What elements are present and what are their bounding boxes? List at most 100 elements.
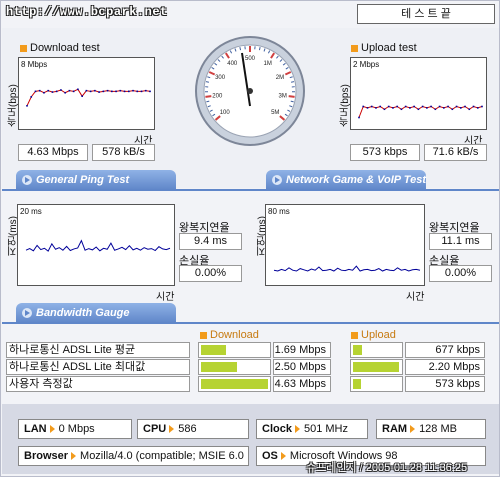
data-point <box>392 107 394 109</box>
data-point <box>464 105 466 108</box>
gauge-tick-label: 200 <box>212 93 223 99</box>
game-scale: 80 ms <box>268 207 290 216</box>
data-point <box>102 90 105 93</box>
gauge-tick <box>258 47 261 51</box>
data-point <box>47 89 50 92</box>
data-point <box>417 108 420 111</box>
game-graph: 80 ms <box>265 204 425 286</box>
gauge-tick-label: 2M <box>276 75 284 81</box>
game-xlabel: 시간 <box>406 292 425 303</box>
triangle-icon <box>71 452 77 461</box>
data-point <box>115 90 117 93</box>
data-point <box>34 90 37 93</box>
gauge-tick-label: 500 <box>245 56 256 62</box>
data-point <box>94 89 96 92</box>
test-end-button[interactable]: 테 스 트 끝 <box>357 4 495 24</box>
data-point <box>438 105 441 108</box>
data-point <box>413 105 415 108</box>
upload-bar <box>350 359 403 375</box>
data-point <box>426 107 428 109</box>
cpu-info: CPU 586 <box>137 419 249 439</box>
bullet-icon <box>20 44 27 52</box>
data-point <box>51 91 54 93</box>
download-graph: 8 Mbps <box>18 57 155 130</box>
data-point <box>132 89 134 92</box>
game-rtt: 11.1 ms <box>429 233 492 250</box>
series-line <box>358 105 483 118</box>
download-bar-fill <box>201 379 268 389</box>
clock-info: Clock 501 MHz <box>256 419 368 439</box>
data-point <box>481 105 483 108</box>
gauge-tick <box>290 100 294 103</box>
row-label: 하나로통신 ADSL Lite 최대값 <box>6 359 190 375</box>
upload-graph: 2 Mbps <box>350 57 487 130</box>
tab-bandwidth-gauge[interactable]: Bandwidth Gauge <box>16 303 176 323</box>
game-loss: 0.00% <box>429 265 492 282</box>
data-point <box>447 105 449 108</box>
bullet-icon <box>351 44 358 52</box>
data-point <box>55 90 58 93</box>
arrow-icon <box>272 175 282 185</box>
game-line <box>273 265 421 272</box>
tab-general-ping[interactable]: General Ping Test <box>16 170 176 190</box>
upload-speed: 677 kbps <box>405 342 485 358</box>
data-point <box>370 105 373 108</box>
download-bar <box>198 376 271 392</box>
data-point <box>468 108 471 111</box>
divider <box>2 189 499 191</box>
data-point <box>434 108 437 111</box>
upload-bar-fill <box>353 362 399 372</box>
gauge-tick-label: 5M <box>271 110 279 116</box>
browser-info: Browser Mozilla/4.0 (compatible; MSIE 6.0 <box>18 446 249 466</box>
triangle-icon <box>49 425 55 434</box>
upload-bar-fill <box>353 379 361 389</box>
data-point <box>106 89 109 92</box>
data-point <box>383 108 386 111</box>
data-point <box>362 105 365 108</box>
download-speed: 1.69 Mbps <box>273 342 331 358</box>
data-point <box>77 88 79 91</box>
triangle-icon <box>410 425 416 434</box>
ping-xlabel: 시간 <box>156 292 175 303</box>
upload-bar <box>350 376 403 392</box>
data-point <box>68 89 71 92</box>
triangle-icon <box>169 425 175 434</box>
data-point <box>455 105 458 108</box>
bullet-icon <box>200 331 207 339</box>
row-label: 하나로통신 ADSL Lite 평균 <box>6 342 190 358</box>
gauge-tick-label: 100 <box>220 110 231 116</box>
download-title: Download test <box>20 42 100 54</box>
data-point <box>443 107 445 109</box>
data-point <box>85 89 88 92</box>
data-point <box>400 108 403 111</box>
data-point <box>375 107 377 109</box>
ping-graph: 20 ms <box>17 204 175 286</box>
data-point <box>136 90 139 93</box>
download-bar <box>198 359 271 375</box>
gauge-tick <box>206 100 210 103</box>
download-speed: 4.63 Mbps <box>273 376 331 392</box>
triangle-icon <box>294 425 300 434</box>
data-point <box>459 107 462 109</box>
bullet-icon <box>351 331 358 339</box>
data-point <box>149 90 151 93</box>
data-point <box>30 96 33 98</box>
data-point <box>38 89 41 92</box>
data-point <box>366 107 369 109</box>
download-scale: 8 Mbps <box>21 60 48 69</box>
download-bar-fill <box>201 345 226 355</box>
gauge-tick <box>205 81 210 83</box>
data-point <box>111 90 113 93</box>
series-line <box>273 265 421 272</box>
triangle-icon <box>280 452 286 461</box>
upload-speed: 2.20 Mbps <box>405 359 485 375</box>
data-point <box>409 107 411 109</box>
gauge-tick <box>205 95 212 98</box>
tab-network-game[interactable]: Network Game & VoIP Test <box>266 170 426 190</box>
ping-line <box>25 239 171 252</box>
upload-speed: 573 kbps <box>405 376 485 392</box>
data-point <box>119 89 122 92</box>
ping-loss: 0.00% <box>179 265 242 282</box>
gauge-dial: 100 200 300 400 500 1M 2M 3M 5M <box>195 36 305 146</box>
upload-bar-fill <box>353 345 362 355</box>
